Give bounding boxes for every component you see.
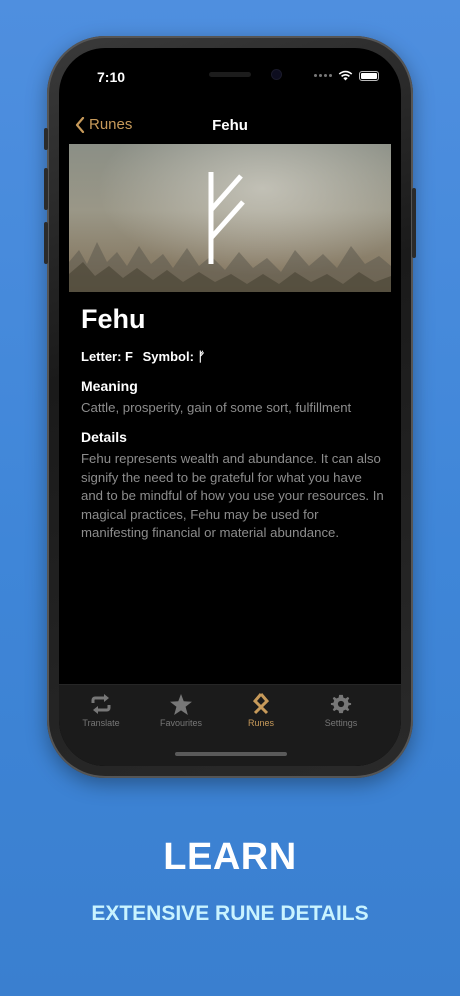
tab-translate-label: Translate (82, 718, 120, 728)
battery-icon (359, 70, 379, 81)
tab-translate[interactable]: Translate (61, 693, 141, 728)
details-heading: Details (81, 429, 127, 446)
earpiece-speaker (209, 72, 251, 77)
signal-icon (314, 74, 332, 77)
volume-down-button (44, 222, 48, 264)
rune-letter-symbol: Letter: F Symbol: ᚠ (81, 349, 385, 364)
star-icon (170, 693, 192, 715)
tab-runes[interactable]: Runes (221, 693, 301, 728)
tab-bar: Translate Favourites Runes Settings (59, 684, 401, 766)
letter-label: Letter: F (81, 349, 133, 364)
meaning-text: Cattle, prosperity, gain of some sort, f… (81, 400, 352, 415)
phone-frame: 7:10 Runes Fehu Fehu Letter: F Symbol: ᚠ… (44, 36, 416, 778)
symbol-label: Symbol: ᚠ (142, 349, 206, 364)
rune-name: Fehu (81, 304, 146, 334)
phone-screen: 7:10 Runes Fehu Fehu Letter: F Symbol: ᚠ… (59, 48, 401, 766)
promo-subline: EXTENSIVE RUNE DETAILS (91, 902, 369, 925)
status-time: 7:10 (97, 69, 126, 85)
rune-hero-image (69, 144, 391, 292)
gear-icon (330, 694, 352, 714)
othala-rune-icon (252, 693, 270, 715)
status-icons (314, 70, 379, 81)
repeat-icon (91, 694, 111, 714)
promo-headline: LEARN (163, 836, 297, 878)
front-camera (272, 70, 281, 79)
mute-switch (44, 128, 48, 150)
nav-title: Fehu (212, 117, 248, 134)
home-indicator[interactable] (175, 752, 287, 756)
fehu-rune-icon (208, 172, 245, 264)
tab-settings-label: Settings (324, 718, 358, 728)
tab-settings[interactable]: Settings (301, 693, 381, 728)
tab-runes-label: Runes (247, 718, 274, 728)
rune-details: Fehu Letter: F Symbol: ᚠ Meaning Cattle,… (81, 304, 385, 554)
details-text: Fehu represents wealth and abundance. It… (81, 451, 384, 541)
volume-up-button (44, 168, 48, 210)
tab-favourites[interactable]: Favourites (141, 693, 221, 728)
wifi-icon (338, 70, 353, 81)
power-button (412, 188, 416, 258)
tab-favourites-label: Favourites (159, 718, 203, 728)
meaning-heading: Meaning (81, 378, 138, 394)
